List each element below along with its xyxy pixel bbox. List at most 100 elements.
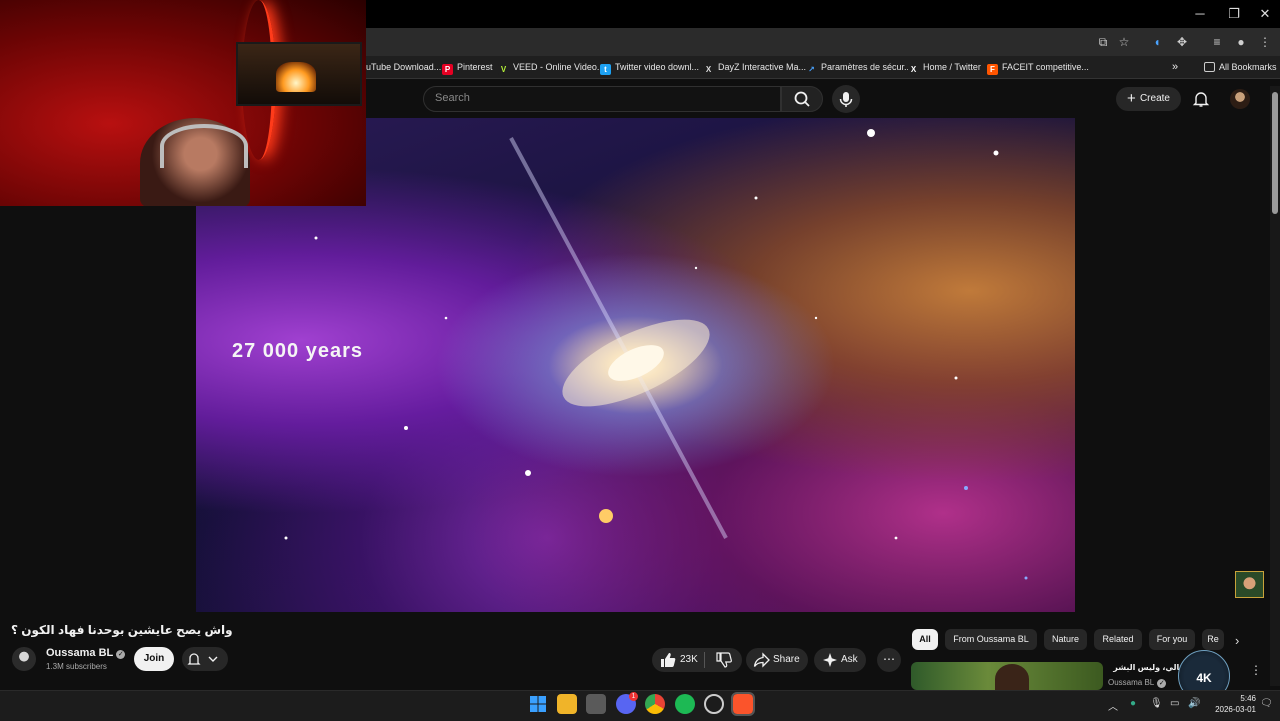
create-label: Create: [1139, 93, 1170, 104]
bookmark-label: Paramètres de sécur...: [821, 62, 912, 72]
close-window-button[interactable]: ✕: [1250, 4, 1280, 24]
join-button[interactable]: Join: [134, 647, 174, 671]
notification-center-icon[interactable]: 🗨: [1260, 698, 1273, 709]
bookmark-youtube-downloader[interactable]: uTube Download...: [366, 59, 441, 75]
address-bar[interactable]: [366, 28, 1280, 56]
tray-overflow-icon[interactable]: ︿: [1108, 698, 1118, 713]
verified-icon: ✓: [1157, 679, 1167, 688]
twitter-downloader-icon: t: [600, 64, 611, 75]
chip-recently-uploaded[interactable]: Re: [1202, 629, 1224, 650]
verified-icon: ✓: [116, 650, 126, 659]
subscriber-count: 1.3M subscribers: [46, 662, 107, 671]
file-explorer-icon[interactable]: [557, 694, 577, 714]
x-icon: X: [908, 64, 919, 75]
windows-start-icon[interactable]: [528, 694, 548, 714]
create-button[interactable]: + Create: [1116, 87, 1181, 111]
share-button[interactable]: Share: [746, 648, 808, 672]
chip-for-you[interactable]: For you: [1149, 629, 1195, 650]
bookmark-twitter-video[interactable]: t Twitter video downl...: [600, 59, 699, 75]
like-button[interactable]: 23K: [652, 648, 702, 672]
notifications-button[interactable]: [1192, 90, 1210, 108]
share-label: Share: [773, 654, 800, 665]
chip-all[interactable]: All: [912, 629, 938, 650]
bookmark-label: VEED - Online Video...: [513, 62, 605, 72]
microsoft-store-icon[interactable]: [586, 694, 606, 714]
all-bookmarks-label: All Bookmarks: [1219, 62, 1277, 72]
more-actions-button[interactable]: ⋯: [877, 648, 901, 672]
tray-app-icon[interactable]: ●: [1130, 698, 1136, 709]
search-input[interactable]: [423, 86, 781, 112]
chip-nature[interactable]: Nature: [1044, 629, 1087, 650]
maximize-button[interactable]: ❐: [1219, 4, 1249, 24]
bookmark-security-settings[interactable]: ↗ Paramètres de sécur...: [806, 59, 912, 75]
clock-time: 5:46: [1240, 694, 1256, 703]
spotify-icon[interactable]: [675, 694, 695, 714]
ask-label: Ask: [841, 654, 858, 665]
thumbs-down-icon: [716, 652, 732, 668]
discord-badge: 1: [629, 692, 638, 701]
bookmark-label: Twitter video downl...: [615, 62, 700, 72]
folder-icon: [1204, 62, 1215, 72]
chrome-icon[interactable]: [645, 694, 665, 714]
voice-search-button[interactable]: [832, 85, 860, 113]
extension-audio-icon[interactable]: ◖: [1148, 34, 1166, 50]
taskbar-clock[interactable]: 5:46 2026-03-01: [1206, 693, 1256, 715]
dislike-button[interactable]: [708, 648, 742, 672]
microphone-icon: [839, 92, 853, 107]
chip-from-channel[interactable]: From Oussama BL: [945, 629, 1037, 650]
bookmark-label: Home / Twitter: [923, 62, 981, 72]
channel-avatar[interactable]: [12, 647, 36, 671]
veed-icon: V: [498, 64, 509, 75]
thumbs-up-icon: [661, 653, 676, 667]
like-count: 23K: [680, 654, 698, 665]
obs-icon[interactable]: [704, 694, 724, 714]
bookmark-star-icon[interactable]: ☆: [1115, 34, 1133, 50]
recommended-video-thumbnail[interactable]: [911, 662, 1103, 690]
channel-name[interactable]: Oussama BL ✓: [46, 647, 126, 659]
network-icon[interactable]: ▭: [1170, 698, 1179, 709]
bookmark-faceit[interactable]: F FACEIT competitive...: [987, 59, 1089, 75]
reading-list-icon[interactable]: ≡: [1208, 34, 1226, 50]
bell-icon: [1192, 92, 1210, 107]
share-icon: [753, 652, 770, 668]
bookmark-label: FACEIT competitive...: [1002, 62, 1089, 72]
bookmark-label: DayZ Interactive Ma...: [718, 62, 807, 72]
bookmark-veed[interactable]: V VEED - Online Video...: [498, 59, 604, 75]
faceit-icon: F: [987, 64, 998, 75]
minimize-button[interactable]: ─: [1185, 4, 1215, 24]
install-app-icon[interactable]: ⧉: [1094, 34, 1112, 50]
bookmarks-overflow-button[interactable]: »: [1172, 59, 1178, 75]
account-avatar[interactable]: [1230, 89, 1250, 109]
plus-icon: +: [1127, 90, 1140, 107]
profile-icon[interactable]: ●: [1232, 34, 1250, 50]
extensions-icon[interactable]: ✥: [1173, 34, 1191, 50]
sparkle-icon: [823, 653, 837, 667]
recommendation-menu-icon[interactable]: ⋮: [1250, 663, 1262, 677]
scrollbar-thumb[interactable]: [1272, 92, 1278, 214]
mini-avatar[interactable]: [1235, 571, 1264, 598]
bookmark-label: uTube Download...: [366, 62, 442, 72]
browser-menu-icon[interactable]: ⋮: [1256, 34, 1274, 50]
volume-icon[interactable]: 🔊: [1188, 698, 1200, 709]
dayz-icon: X: [703, 64, 714, 75]
video-caption-overlay: 27 000 years: [232, 340, 364, 362]
thumbnail-person: [995, 664, 1029, 690]
all-bookmarks-button[interactable]: All Bookmarks: [1204, 59, 1277, 75]
ask-button[interactable]: Ask: [814, 648, 866, 672]
search-icon: [794, 91, 810, 107]
chip-related[interactable]: Related: [1094, 629, 1142, 650]
video-title: واش يصح عايشين بوحدنا فهاد الكون ؟: [11, 623, 233, 637]
like-divider: [704, 652, 705, 668]
subscribed-notifications-button[interactable]: [182, 647, 228, 671]
bookmark-twitter-home[interactable]: X Home / Twitter: [908, 59, 981, 75]
bookmark-pinterest[interactable]: P Pinterest: [442, 59, 493, 75]
search-button[interactable]: [781, 86, 823, 112]
headset: [160, 124, 248, 168]
tray-mic-icon[interactable]: 🎙: [1150, 698, 1163, 709]
brave-icon[interactable]: [731, 692, 755, 716]
settings-link-icon: ↗: [806, 64, 817, 75]
rec-channel-name: Oussama BL: [1108, 678, 1155, 687]
chevron-right-icon[interactable]: ›: [1235, 633, 1239, 648]
bookmark-dayz-map[interactable]: X DayZ Interactive Ma...: [703, 59, 806, 75]
channel-name-text: Oussama BL: [46, 647, 114, 659]
